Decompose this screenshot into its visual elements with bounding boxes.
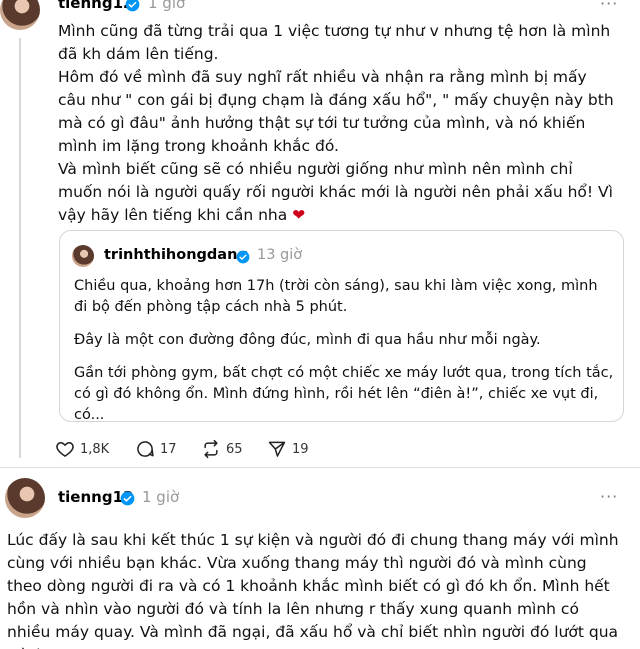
verified-badge-icon xyxy=(125,0,140,12)
more-options-icon[interactable]: ··· xyxy=(600,487,618,506)
share-button[interactable]: 19 xyxy=(267,437,309,461)
quote-paragraph: Gần tới phòng gym, bất chợt có một chiếc… xyxy=(74,365,614,423)
quote-paragraph: Đây là một con đường đông đúc, mình đi q… xyxy=(74,332,541,348)
post-paragraph: Hôm đó về mình đã suy nghĩ rất nhiều và … xyxy=(58,68,614,155)
post-divider xyxy=(0,467,640,468)
post-time: 1 giờ xyxy=(142,488,180,506)
post-body: Mình cũng đã từng trải qua 1 việc tương … xyxy=(58,20,618,227)
post-paragraph: Lúc đấy là sau khi kết thúc 1 sự kiện và… xyxy=(7,531,619,649)
avatar[interactable] xyxy=(0,0,40,30)
post-body: Lúc đấy là sau khi kết thúc 1 sự kiện và… xyxy=(7,529,625,649)
repost-count: 65 xyxy=(226,441,243,457)
comment-count: 17 xyxy=(160,441,177,457)
repost-button[interactable]: 65 xyxy=(201,437,243,461)
comment-button[interactable]: 17 xyxy=(135,437,177,461)
heart-emoji-icon: ❤ xyxy=(292,206,306,224)
post-paragraph: Mình cũng đã từng trải qua 1 việc tương … xyxy=(58,22,611,63)
more-options-icon[interactable]: ··· xyxy=(600,0,618,13)
send-icon xyxy=(268,441,286,457)
like-button[interactable]: 1,8K xyxy=(55,437,109,461)
thread-line xyxy=(19,38,21,458)
post-username[interactable]: tienng12 xyxy=(58,0,133,12)
verified-badge-icon xyxy=(236,250,250,264)
like-count: 1,8K xyxy=(80,441,110,457)
quote-body: Chiều qua, khoảng hơn 17h (trời còn sáng… xyxy=(74,276,614,426)
quote-time: 13 giờ xyxy=(257,247,303,263)
avatar[interactable] xyxy=(5,478,45,518)
quote-paragraph: Chiều qua, khoảng hơn 17h (trời còn sáng… xyxy=(74,278,598,315)
post-time: 1 giờ xyxy=(148,0,186,12)
share-count: 19 xyxy=(292,441,309,457)
comment-icon xyxy=(137,441,154,457)
heart-icon xyxy=(56,442,74,457)
quote-avatar[interactable] xyxy=(72,245,94,267)
post-paragraph: Và mình biết cũng sẽ có nhiều người giốn… xyxy=(58,160,613,224)
quote-username[interactable]: trinhthihongdang xyxy=(104,247,248,263)
verified-badge-icon xyxy=(120,491,135,506)
repost-icon xyxy=(204,439,218,459)
quoted-post-card[interactable]: trinhthihongdang 13 giờ Chiều qua, khoản… xyxy=(59,230,624,423)
